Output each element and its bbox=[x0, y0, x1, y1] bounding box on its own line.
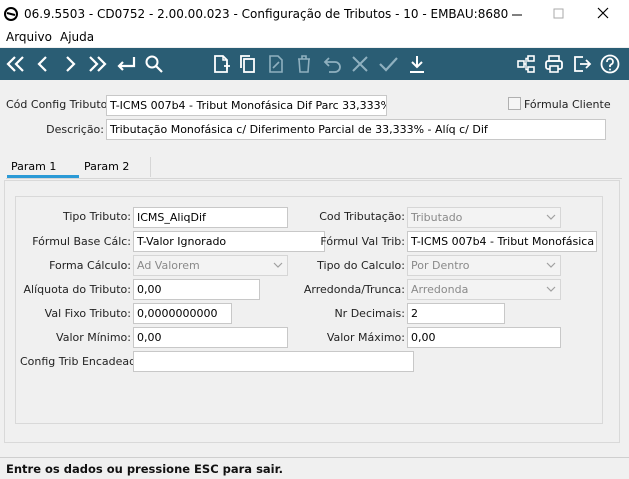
tipo-calculo-select[interactable]: Por Dentro bbox=[407, 255, 561, 276]
double-chevron-right-icon bbox=[89, 56, 107, 72]
exit-door-icon bbox=[574, 56, 592, 72]
menu-ajuda[interactable]: Ajuda bbox=[60, 30, 94, 44]
tipo-tributo-label: Tipo Tributo: bbox=[62, 210, 131, 223]
cod-tributacao-label: Cod Tributação: bbox=[319, 210, 405, 223]
print-button[interactable] bbox=[542, 52, 566, 76]
cod-config-label: Cód Config Tributo: bbox=[6, 98, 112, 111]
search-button[interactable] bbox=[142, 52, 166, 76]
download-button[interactable] bbox=[405, 52, 429, 76]
help-button[interactable] bbox=[598, 52, 622, 76]
cod-config-field[interactable]: T-ICMS 007b4 - Tribut Monofásica Dif Par… bbox=[106, 95, 387, 116]
next-record-button[interactable] bbox=[58, 52, 82, 76]
minimize-icon bbox=[512, 14, 522, 16]
config-encadeada-label: Config Trib Encadeada: bbox=[20, 355, 147, 368]
chevron-down-icon bbox=[546, 262, 556, 268]
copy-icon bbox=[240, 55, 255, 73]
undo-icon bbox=[323, 57, 341, 73]
formula-cliente-checkbox[interactable] bbox=[508, 97, 521, 110]
edit-button[interactable] bbox=[264, 52, 288, 76]
tree-view-button[interactable] bbox=[514, 52, 538, 76]
val-fixo-label: Val Fixo Tributo: bbox=[44, 307, 131, 320]
status-bar: Entre os dados ou pressione ESC para sai… bbox=[0, 457, 629, 479]
undo-button[interactable] bbox=[320, 52, 344, 76]
trash-icon bbox=[298, 55, 310, 73]
formul-val-trib-label: Fórmul Val Trib: bbox=[320, 235, 405, 248]
nr-decimais-label: Nr Decimais: bbox=[334, 307, 405, 320]
return-arrow-icon bbox=[117, 57, 136, 71]
forma-calculo-select[interactable]: Ad Valorem bbox=[133, 255, 288, 276]
forma-calculo-value: Ad Valorem bbox=[137, 259, 200, 272]
toolbar bbox=[0, 48, 629, 80]
arredonda-select[interactable]: Arredonda bbox=[407, 279, 561, 300]
maximize-button[interactable] bbox=[544, 4, 574, 24]
close-icon bbox=[597, 7, 609, 19]
tab-param-2[interactable]: Param 2 bbox=[84, 160, 129, 173]
last-record-button[interactable] bbox=[85, 52, 109, 76]
new-document-icon bbox=[214, 55, 230, 73]
cancel-x-icon bbox=[352, 56, 368, 72]
valor-maximo-label: Valor Máximo: bbox=[326, 331, 405, 344]
new-button[interactable] bbox=[209, 52, 233, 76]
valor-maximo-field[interactable]: 0,00 bbox=[407, 327, 561, 348]
menu-arquivo[interactable]: Arquivo bbox=[6, 30, 52, 44]
close-button[interactable] bbox=[588, 4, 618, 24]
valor-minimo-field[interactable]: 0,00 bbox=[133, 327, 288, 348]
arredonda-value: Arredonda bbox=[411, 283, 469, 296]
cod-tributacao-select[interactable]: Tributado bbox=[407, 207, 561, 228]
arredonda-label: Arredonda/Trunca: bbox=[303, 283, 405, 296]
previous-record-button[interactable] bbox=[31, 52, 55, 76]
cod-tributacao-value: Tributado bbox=[411, 211, 463, 224]
copy-button[interactable] bbox=[236, 52, 260, 76]
printer-icon bbox=[545, 55, 563, 73]
app-logo-icon bbox=[4, 7, 18, 21]
status-message: Entre os dados ou pressione ESC para sai… bbox=[6, 462, 284, 476]
aliquota-field[interactable]: 0,00 bbox=[133, 279, 260, 300]
chevron-down-icon bbox=[273, 262, 283, 268]
window-title: 06.9.5503 - CD0752 - 2.00.00.023 - Confi… bbox=[24, 7, 509, 21]
tipo-calculo-label: Tipo do Calculo: bbox=[317, 259, 405, 272]
aliquota-label: Alíquota do Tributo: bbox=[23, 283, 131, 296]
search-icon bbox=[145, 55, 163, 73]
confirm-button[interactable] bbox=[376, 52, 400, 76]
chevron-down-icon bbox=[546, 286, 556, 292]
double-chevron-left-icon bbox=[6, 56, 24, 72]
maximize-icon bbox=[553, 8, 564, 19]
formula-cliente-label: Fórmula Cliente bbox=[524, 98, 611, 111]
val-fixo-field[interactable]: 0,0000000000 bbox=[133, 303, 232, 324]
active-tab-indicator bbox=[7, 175, 79, 178]
tab-param-1[interactable]: Param 1 bbox=[11, 160, 56, 173]
tipo-tributo-field[interactable]: ICMS_AliqDif bbox=[133, 207, 288, 228]
valor-minimo-label: Valor Mínimo: bbox=[56, 331, 131, 344]
formul-val-trib-field[interactable]: T-ICMS 007b4 - Tribut Monofásica Dif P bbox=[407, 231, 597, 252]
descricao-label: Descrição: bbox=[46, 123, 104, 136]
edit-document-icon bbox=[269, 55, 283, 73]
chevron-left-icon bbox=[37, 56, 47, 72]
chevron-down-icon bbox=[546, 214, 556, 220]
menu-bar: Arquivo Ajuda bbox=[0, 29, 629, 47]
checkmark-icon bbox=[379, 57, 398, 72]
formul-base-calc-label: Fórmul Base Cálc: bbox=[32, 235, 131, 248]
question-mark-icon bbox=[600, 54, 620, 74]
config-encadeada-field[interactable] bbox=[133, 351, 414, 372]
title-bar: 06.9.5503 - CD0752 - 2.00.00.023 - Confi… bbox=[0, 0, 629, 29]
cancel-button[interactable] bbox=[348, 52, 372, 76]
descricao-field[interactable]: Tributação Monofásica c/ Diferimento Par… bbox=[106, 119, 606, 140]
tipo-calculo-value: Por Dentro bbox=[411, 259, 470, 272]
download-icon bbox=[410, 56, 424, 73]
tab-separator bbox=[150, 157, 151, 177]
nr-decimais-field[interactable]: 2 bbox=[407, 303, 505, 324]
return-button[interactable] bbox=[114, 52, 138, 76]
forma-calculo-label: Forma Cálculo: bbox=[49, 259, 131, 272]
exit-button[interactable] bbox=[570, 52, 594, 76]
chevron-right-icon bbox=[66, 56, 76, 72]
minimize-button[interactable] bbox=[502, 4, 532, 24]
first-record-button[interactable] bbox=[4, 52, 28, 76]
delete-button[interactable] bbox=[292, 52, 316, 76]
tab-strip-divider bbox=[6, 178, 622, 179]
tree-structure-icon bbox=[517, 55, 535, 73]
